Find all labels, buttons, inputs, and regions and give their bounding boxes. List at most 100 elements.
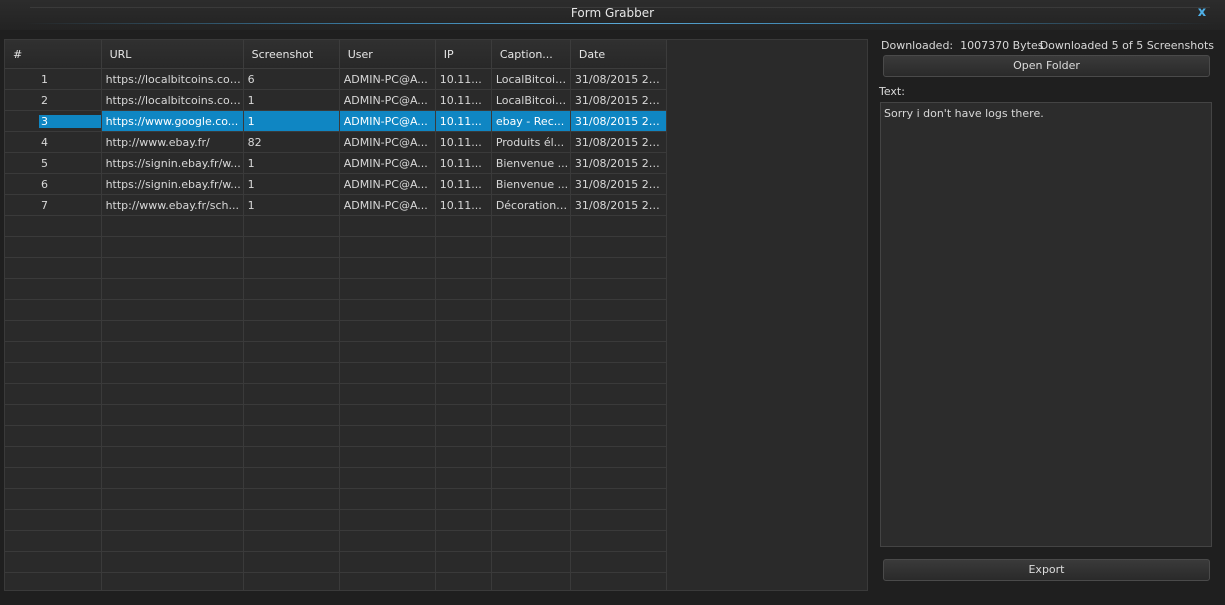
empty-cell <box>5 236 102 258</box>
empty-cell <box>570 404 668 426</box>
column-header-url[interactable]: URL <box>101 40 244 69</box>
table-row[interactable]: 5 https://signin.ebay.fr/w... 1 ADMIN-PC@A.… <box>5 152 668 174</box>
empty-cell <box>491 215 571 237</box>
empty-cell <box>339 572 436 590</box>
empty-cell <box>5 215 102 237</box>
column-header-screenshot[interactable]: Screenshot <box>243 40 340 69</box>
row-url: https://localbitcoins.com... <box>101 68 244 90</box>
empty-cell <box>435 362 492 384</box>
column-header-date[interactable]: Date <box>570 40 668 69</box>
empty-cell <box>491 404 571 426</box>
empty-row <box>5 299 668 321</box>
row-screenshot: 1 <box>243 194 340 216</box>
empty-cell <box>5 488 102 510</box>
empty-cell <box>101 278 244 300</box>
empty-cell <box>570 488 668 510</box>
empty-cell <box>5 425 102 447</box>
column-header-caption[interactable]: Caption... <box>491 40 571 69</box>
text-field[interactable]: Sorry i don't have logs there. <box>880 102 1212 547</box>
empty-cell <box>570 236 668 258</box>
window-title: Form Grabber <box>570 6 655 20</box>
row-url: https://signin.ebay.fr/w... <box>101 173 244 195</box>
empty-cell <box>243 341 340 363</box>
row-caption: Bienvenue ... <box>491 152 571 174</box>
open-folder-button[interactable]: Open Folder <box>883 55 1210 77</box>
empty-cell <box>339 425 436 447</box>
screenshot-table[interactable]: # URL Screenshot User IP Caption... Date… <box>4 39 868 591</box>
row-date: 31/08/2015 23... <box>570 173 668 195</box>
table-row[interactable]: 7 http://www.ebay.fr/sch... 1 ADMIN-PC@A...… <box>5 194 668 216</box>
column-header-number[interactable]: # <box>5 40 102 69</box>
row-screenshot: 1 <box>243 152 340 174</box>
empty-cell <box>491 467 571 489</box>
row-url: https://localbitcoins.com... <box>101 89 244 111</box>
row-user: ADMIN-PC@A... <box>339 89 436 111</box>
empty-cell <box>339 404 436 426</box>
row-ip: 10.11... <box>435 152 492 174</box>
empty-cell <box>491 383 571 405</box>
row-number: 2 <box>5 89 102 111</box>
empty-cell <box>5 341 102 363</box>
row-ip: 10.11... <box>435 173 492 195</box>
empty-row <box>5 425 668 447</box>
table-row[interactable]: 1 https://localbitcoins.com... 6 ADMIN-PC@A… <box>5 68 668 90</box>
row-url: https://www.google.co... <box>101 110 244 132</box>
row-caption: Bienvenue ... <box>491 173 571 195</box>
empty-row <box>5 530 668 552</box>
row-url: http://www.ebay.fr/ <box>101 131 244 153</box>
empty-cell <box>435 299 492 321</box>
empty-cell <box>243 530 340 552</box>
empty-cell <box>339 383 436 405</box>
empty-cell <box>101 362 244 384</box>
row-ip: 10.11... <box>435 131 492 153</box>
empty-cell <box>243 215 340 237</box>
close-icon[interactable]: x <box>1195 5 1209 21</box>
row-number: 6 <box>5 173 102 195</box>
downloaded-count-stat: Downloaded 5 of 5 Screenshots <box>1039 39 1214 52</box>
row-number-text: 7 <box>41 198 48 212</box>
table-row[interactable]: 2 https://localbitcoins.com... 1 ADMIN-PC@A… <box>5 89 668 111</box>
empty-cell <box>243 299 340 321</box>
empty-cell <box>5 551 102 573</box>
row-number: 4 <box>5 131 102 153</box>
empty-cell <box>5 572 102 590</box>
row-date: 31/08/2015 23... <box>570 131 668 153</box>
row-screenshot: 1 <box>243 173 340 195</box>
empty-row <box>5 362 668 384</box>
empty-cell <box>491 509 571 531</box>
empty-cell <box>5 257 102 279</box>
empty-cell <box>101 425 244 447</box>
empty-cell <box>435 551 492 573</box>
empty-cell <box>491 446 571 468</box>
empty-cell <box>339 320 436 342</box>
row-date: 31/08/2015 23... <box>570 152 668 174</box>
empty-cell <box>101 383 244 405</box>
column-header-ip[interactable]: IP <box>435 40 492 69</box>
table-row[interactable]: 6 https://signin.ebay.fr/w... 1 ADMIN-PC@A.… <box>5 173 668 195</box>
empty-cell <box>339 509 436 531</box>
empty-cell <box>101 257 244 279</box>
empty-cell <box>243 446 340 468</box>
export-button[interactable]: Export <box>883 559 1210 581</box>
empty-cell <box>243 383 340 405</box>
empty-cell <box>491 299 571 321</box>
empty-cell <box>5 278 102 300</box>
empty-cell <box>491 320 571 342</box>
empty-cell <box>243 257 340 279</box>
empty-cell <box>339 236 436 258</box>
empty-cell <box>243 362 340 384</box>
row-caption: ebay - Rec... <box>491 110 571 132</box>
empty-cell <box>570 278 668 300</box>
row-caption: LocalBitcoin... <box>491 89 571 111</box>
empty-cell <box>5 320 102 342</box>
empty-cell <box>435 383 492 405</box>
table-row[interactable]: 4 http://www.ebay.fr/82 ADMIN-PC@A... 10.11… <box>5 131 668 153</box>
empty-cell <box>5 530 102 552</box>
row-ip: 10.11... <box>435 68 492 90</box>
empty-cell <box>435 320 492 342</box>
column-header-user[interactable]: User <box>339 40 436 69</box>
empty-row <box>5 341 668 363</box>
empty-cell <box>101 446 244 468</box>
table-row[interactable]: 3 https://www.google.co... 1 ADMIN-PC@A... 1… <box>5 110 668 132</box>
row-caption: Décoration ... <box>491 194 571 216</box>
